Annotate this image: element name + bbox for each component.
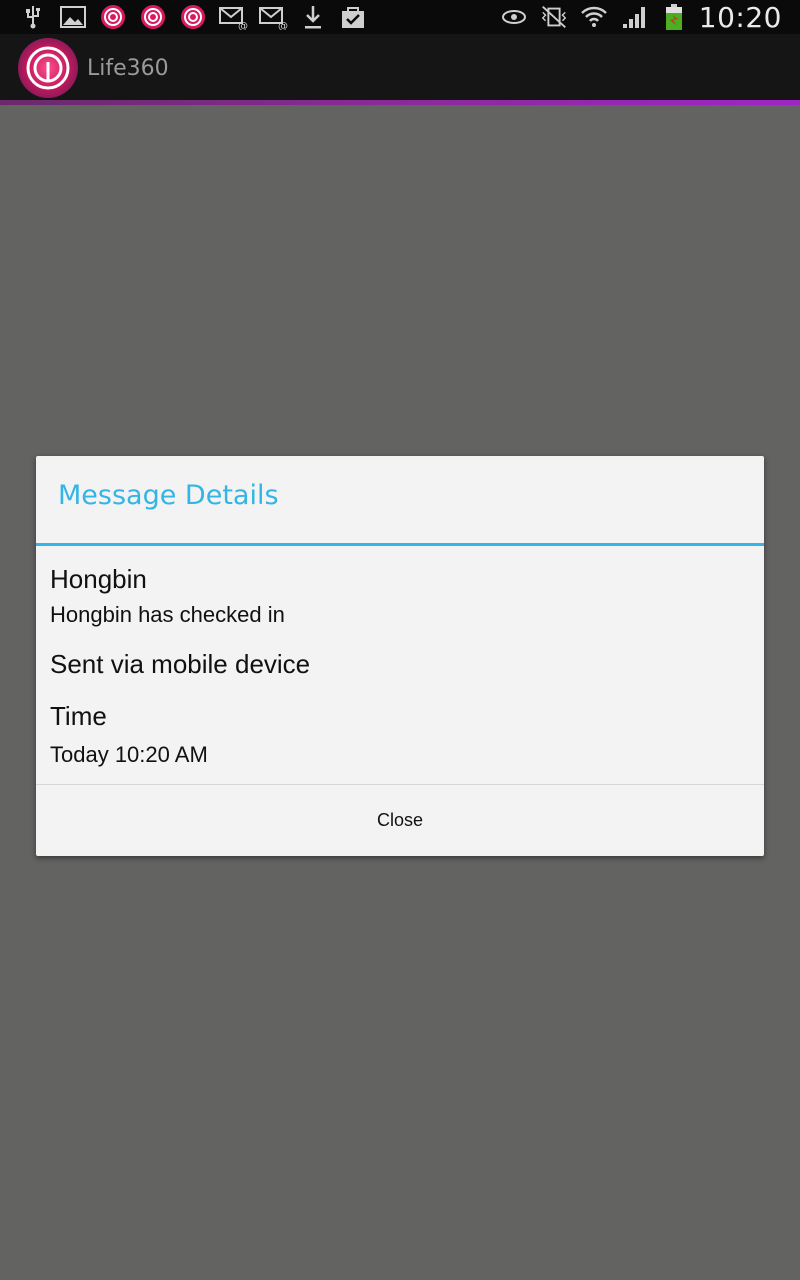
vibrate-icon xyxy=(539,2,569,32)
close-button[interactable]: Close xyxy=(36,785,764,856)
time-value: Today 10:20 AM xyxy=(50,742,208,767)
shopping-bag-icon xyxy=(338,2,368,32)
action-bar: Life360 xyxy=(0,34,800,102)
usb-icon xyxy=(18,2,48,32)
signal-icon xyxy=(619,2,649,32)
message-source: Sent via mobile device xyxy=(50,649,311,679)
download-icon xyxy=(298,2,328,32)
dialog-title: Message Details xyxy=(58,480,279,511)
image-icon xyxy=(58,2,88,32)
life360-logo-icon[interactable] xyxy=(17,37,79,99)
svg-text:@: @ xyxy=(238,21,248,30)
wifi-icon xyxy=(579,2,609,32)
message-text: Hongbin has checked in xyxy=(50,602,285,627)
life360-notification-icon xyxy=(98,2,128,32)
message-details-dialog: Message Details Hongbin Hongbin has chec… xyxy=(36,456,764,856)
email-icon: @ xyxy=(218,2,248,32)
sender-name: Hongbin xyxy=(50,564,147,594)
svg-text:@: @ xyxy=(278,21,288,30)
title-divider xyxy=(36,543,764,546)
time-label: Time xyxy=(50,701,107,731)
app-title: Life360 xyxy=(87,55,169,81)
status-clock: 10:20 xyxy=(698,0,782,34)
life360-notification-icon xyxy=(178,2,208,32)
notification-icons: @ @ xyxy=(0,2,368,32)
life360-notification-icon xyxy=(138,2,168,32)
battery-charging-icon xyxy=(659,2,689,32)
email-icon: @ xyxy=(258,2,288,32)
system-icons: 10:20 xyxy=(499,1,800,34)
eye-icon xyxy=(499,2,529,32)
status-bar: @ @ 10:20 xyxy=(0,0,800,34)
